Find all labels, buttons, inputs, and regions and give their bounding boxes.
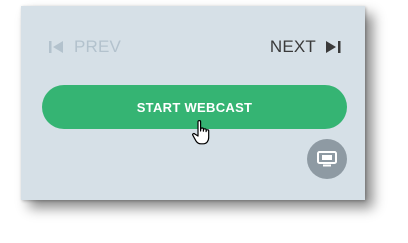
start-webcast-label: START WEBCAST <box>136 99 253 115</box>
hand-pointer-icon <box>192 120 210 145</box>
next-label: NEXT <box>269 37 316 56</box>
skip-previous-icon <box>49 41 63 53</box>
next-button[interactable]: NEXT <box>270 36 342 58</box>
skip-next-icon <box>326 41 341 53</box>
stage: PREV NEXT START WEBCAST <box>0 0 408 243</box>
prev-label: PREV <box>74 37 122 56</box>
screen-share-button[interactable] <box>307 139 347 179</box>
screen-share-icon <box>317 151 337 167</box>
prev-button[interactable]: PREV <box>48 36 121 58</box>
